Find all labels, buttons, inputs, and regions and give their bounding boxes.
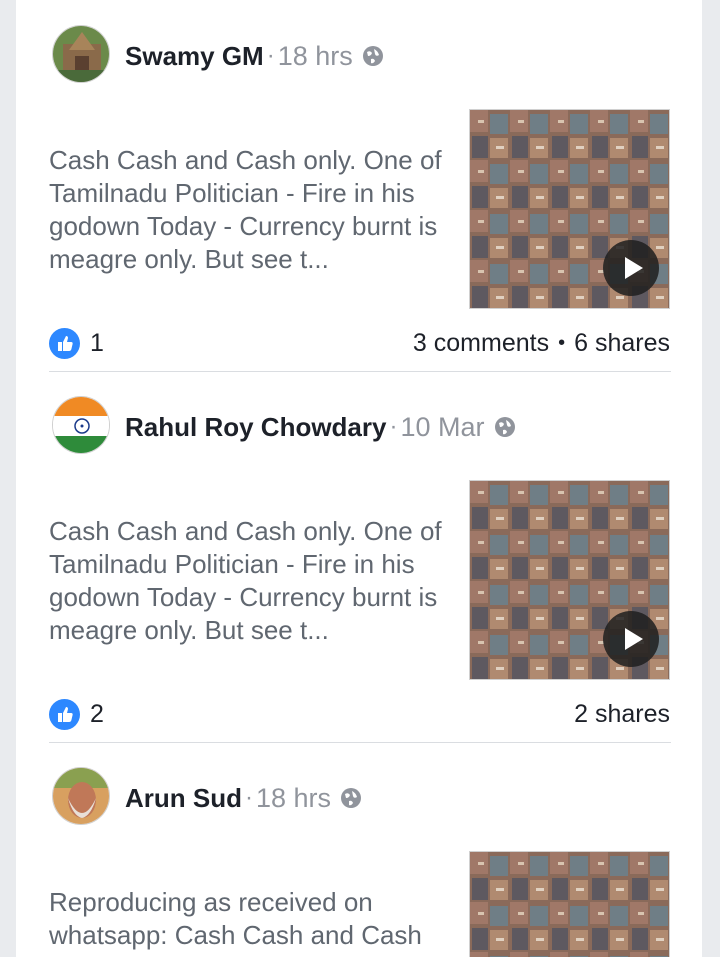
avatar[interactable] [52, 767, 110, 825]
post-header: Swamy GM · 18 hrs [125, 36, 384, 76]
like-count: 1 [90, 328, 104, 357]
post-stats: 2 shares [574, 698, 670, 730]
post-time[interactable]: 10 Mar [400, 412, 484, 443]
play-icon[interactable] [603, 240, 659, 296]
shares-link[interactable]: 6 shares [574, 329, 670, 358]
temple-avatar-image [53, 26, 109, 82]
post-text[interactable]: Cash Cash and Cash only. One of Tamilnad… [49, 515, 449, 647]
post-text[interactable]: Reproducing as received on whatsapp: Cas… [49, 886, 449, 952]
post-stats: 3 comments • 6 shares [413, 327, 670, 359]
stats-separator: • [558, 331, 566, 354]
post-time[interactable]: 18 hrs [278, 41, 353, 72]
like-icon [49, 327, 80, 359]
video-thumbnail[interactable] [469, 480, 670, 680]
post-text[interactable]: Cash Cash and Cash only. One of Tamilnad… [49, 144, 449, 276]
flag-avatar-image [53, 397, 109, 453]
separator: · [389, 413, 398, 440]
separator: · [245, 784, 253, 811]
video-thumbnail[interactable] [469, 109, 670, 309]
post-divider [49, 742, 671, 743]
globe-icon [341, 788, 362, 808]
reaction-summary[interactable]: 2 [49, 698, 104, 730]
like-count: 2 [90, 699, 104, 728]
video-thumbnail[interactable] [469, 851, 670, 957]
news-feed-card: Swamy GM · 18 hrs Cash Cash and Cash onl… [16, 0, 702, 957]
post-divider [49, 371, 671, 372]
avatar[interactable] [52, 396, 110, 454]
like-icon [49, 698, 80, 730]
author-name[interactable]: Rahul Roy Chowdary [125, 412, 386, 443]
post-header: Arun Sud · 18 hrs [125, 778, 362, 818]
play-icon[interactable] [603, 611, 659, 667]
person-avatar-image [53, 768, 109, 824]
cash-stacks-image [470, 852, 669, 957]
post-time[interactable]: 18 hrs [256, 783, 331, 814]
reaction-summary[interactable]: 1 [49, 327, 104, 359]
separator: · [266, 42, 275, 69]
post-header: Rahul Roy Chowdary · 10 Mar [125, 407, 516, 447]
avatar[interactable] [52, 25, 110, 83]
globe-icon [494, 417, 515, 437]
globe-icon [362, 46, 383, 66]
author-name[interactable]: Swamy GM [125, 41, 264, 72]
author-name[interactable]: Arun Sud [125, 783, 242, 814]
shares-link[interactable]: 2 shares [574, 700, 670, 729]
comments-link[interactable]: 3 comments [413, 329, 549, 358]
